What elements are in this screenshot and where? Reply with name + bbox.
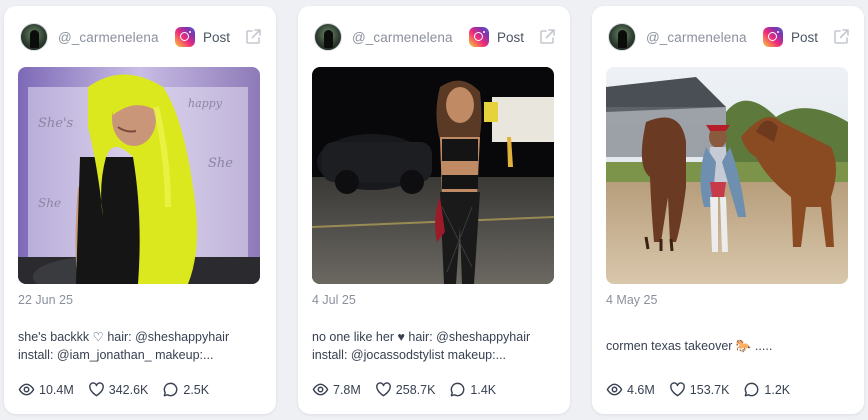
card-header: @_carmenelena Post — [4, 22, 276, 52]
caption-line: install: @iam_jonathan_ makeup:... — [18, 348, 214, 362]
external-link-icon[interactable] — [832, 28, 850, 46]
eye-icon — [18, 383, 35, 396]
likes-stat: 258.7K — [375, 381, 436, 398]
account-handle[interactable]: @_carmenelena — [352, 30, 453, 45]
comments-count: 2.5K — [183, 382, 210, 397]
account-handle[interactable]: @_carmenelena — [58, 30, 159, 45]
avatar[interactable] — [608, 23, 636, 51]
views-count: 7.8M — [333, 382, 361, 397]
svg-text:She: She — [208, 156, 233, 171]
comments-count: 1.4K — [470, 382, 497, 397]
account-handle[interactable]: @_carmenelena — [646, 30, 747, 45]
eye-icon — [606, 383, 623, 396]
post-card[interactable]: @_carmenelena Post She's happy She She 2… — [4, 6, 276, 414]
post-photo — [312, 67, 554, 284]
comments-stat: 2.5K — [162, 381, 209, 398]
post-date: 4 Jul 25 — [312, 293, 356, 307]
post-card[interactable]: @_carmenelena Post — [298, 6, 570, 414]
post-card[interactable]: @_carmenelena Post — [592, 6, 864, 414]
likes-stat: 153.7K — [669, 381, 730, 398]
svg-text:She's: She's — [38, 116, 74, 131]
instagram-icon — [762, 27, 783, 47]
caption-line: install: @jocassodstylist makeup:... — [312, 348, 507, 362]
heart-icon — [375, 382, 391, 397]
caption-line: cormen texas takeover 🐎 ..... — [606, 339, 773, 353]
svg-text:happy: happy — [188, 97, 223, 110]
card-header: @_carmenelena Post — [298, 22, 570, 52]
views-stat: 4.6M — [606, 381, 655, 398]
eye-icon — [312, 383, 329, 396]
post-date: 22 Jun 25 — [18, 293, 73, 307]
comment-icon — [451, 382, 465, 397]
comments-count: 1.2K — [764, 382, 791, 397]
post-type-label: Post — [496, 29, 524, 45]
post-image[interactable]: She's happy She She — [18, 67, 260, 284]
post-caption[interactable]: she's backkk ♡ hair: @sheshappyhair inst… — [18, 328, 264, 364]
likes-count: 258.7K — [395, 382, 436, 397]
comments-stat: 1.4K — [449, 381, 496, 398]
instagram-icon — [468, 27, 489, 47]
post-type-label: Post — [202, 29, 230, 45]
comment-icon — [745, 382, 759, 397]
card-header: @_carmenelena Post — [592, 22, 864, 52]
avatar[interactable] — [314, 23, 342, 51]
heart-icon — [669, 382, 685, 397]
likes-count: 153.7K — [689, 382, 730, 397]
views-stat: 10.4M — [18, 381, 74, 398]
comments-stat: 1.2K — [743, 381, 790, 398]
engagement-stats: 10.4M 342.6K 2.5K — [18, 381, 223, 398]
views-stat: 7.8M — [312, 381, 361, 398]
post-image[interactable] — [312, 67, 554, 284]
avatar[interactable] — [20, 23, 48, 51]
engagement-stats: 4.6M 153.7K 1.2K — [606, 381, 804, 398]
views-count: 10.4M — [39, 382, 74, 397]
external-link-icon[interactable] — [244, 28, 262, 46]
comment-icon — [164, 382, 178, 397]
post-caption[interactable]: cormen texas takeover 🐎 ..... — [606, 337, 852, 355]
external-link-icon[interactable] — [538, 28, 556, 46]
heart-icon — [88, 382, 104, 397]
caption-line: she's backkk ♡ hair: @sheshappyhair — [18, 330, 230, 344]
instagram-icon — [174, 27, 195, 47]
post-photo — [606, 67, 848, 284]
caption-line: no one like her ♥ hair: @sheshappyhair — [312, 330, 531, 344]
svg-text:She: She — [38, 196, 61, 210]
views-count: 4.6M — [627, 382, 655, 397]
post-caption[interactable]: no one like her ♥ hair: @sheshappyhair i… — [312, 328, 558, 364]
likes-count: 342.6K — [108, 382, 149, 397]
likes-stat: 342.6K — [88, 381, 149, 398]
post-date: 4 May 25 — [606, 293, 658, 307]
post-photo: She's happy She She — [18, 67, 260, 284]
post-image[interactable] — [606, 67, 848, 284]
engagement-stats: 7.8M 258.7K 1.4K — [312, 381, 510, 398]
post-type-label: Post — [790, 29, 818, 45]
